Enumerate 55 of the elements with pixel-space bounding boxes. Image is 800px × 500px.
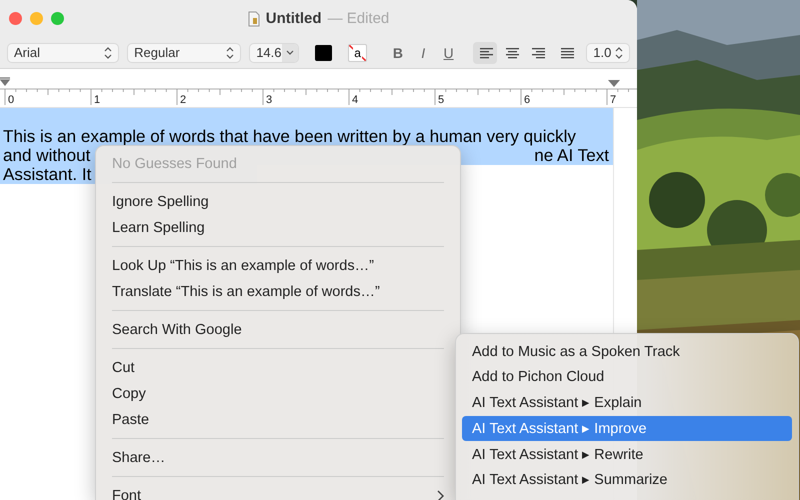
ruler-number: 0: [8, 94, 14, 106]
size-field[interactable]: 14.6: [249, 42, 299, 62]
chevron-icon: [286, 50, 294, 56]
menu-item[interactable]: AI Text Assistant ▸ Improve: [462, 416, 792, 442]
menu-item[interactable]: AI Text Assistant ▸ Summarize: [462, 466, 792, 493]
align-left-button[interactable]: [473, 42, 498, 64]
bold-button[interactable]: B: [389, 44, 407, 60]
menu-item[interactable]: Learn Spelling: [102, 215, 454, 241]
menu-item[interactable]: Copy: [102, 381, 454, 407]
text-line: ne AI Text: [534, 146, 609, 165]
text-line: Assistant. It: [3, 165, 92, 184]
menu-item[interactable]: Add to Music as a Spoken Track: [462, 339, 792, 365]
style-select[interactable]: Regular: [127, 42, 242, 62]
menu-item[interactable]: Search With Google: [102, 317, 454, 343]
text-color-well[interactable]: [314, 44, 332, 60]
ruler-number: 3: [266, 94, 272, 106]
menu-item[interactable]: Translate “This is an example of words…”: [102, 279, 454, 305]
stepper-icon: [103, 46, 114, 60]
edited-status: — Edited: [328, 10, 390, 27]
stepper-icon: [614, 46, 624, 60]
menu-item[interactable]: Share…: [102, 445, 454, 471]
menu-item[interactable]: AI Text Assistant ▸ Rewrite: [462, 441, 792, 467]
italic-button[interactable]: I: [414, 44, 432, 60]
ruler-number: 4: [352, 94, 358, 106]
menu-item[interactable]: Add to Pichon Cloud: [462, 364, 792, 390]
ruler-number: 6: [524, 94, 530, 106]
font-select[interactable]: Arial: [7, 42, 120, 62]
tab-marker-icon[interactable]: [0, 77, 11, 86]
close-button[interactable]: [9, 12, 22, 25]
menu-item: No Guesses Found: [111, 155, 238, 174]
right-margin-marker-icon[interactable]: [608, 80, 620, 87]
text-line: and without: [3, 146, 90, 165]
align-right-icon: [532, 46, 547, 60]
menu-item[interactable]: AI Text Assistant ▸ Explain: [462, 390, 792, 416]
chevron-right-icon: [436, 490, 444, 500]
highlight-glyph: a: [353, 48, 362, 58]
window-title: Untitled: [266, 10, 322, 27]
align-left-icon: [478, 46, 493, 60]
ruler-number: 1: [94, 94, 100, 106]
menu-item[interactable]: Ignore Spelling: [102, 189, 454, 215]
line-spacing-select[interactable]: 1.0: [586, 42, 630, 62]
ruler-number: 2: [180, 94, 186, 106]
text-line: This is an example of words that have been written by a human very quickly: [3, 127, 576, 146]
menu-item[interactable]: Look Up “This is an example of words…”: [102, 253, 454, 279]
menu-item[interactable]: Paste: [102, 407, 454, 433]
stepper-icon: [225, 46, 236, 60]
align-justify-icon: [558, 46, 574, 60]
highlight-color-well[interactable]: a: [348, 44, 368, 62]
underline-button[interactable]: U: [440, 44, 458, 60]
menu-item[interactable]: Cut: [102, 355, 454, 381]
menu-item[interactable]: Font: [102, 483, 454, 500]
align-center-icon: [504, 46, 520, 60]
ruler-number: 7: [610, 94, 616, 106]
document-icon: [248, 10, 260, 26]
ruler-number: 5: [438, 94, 444, 106]
